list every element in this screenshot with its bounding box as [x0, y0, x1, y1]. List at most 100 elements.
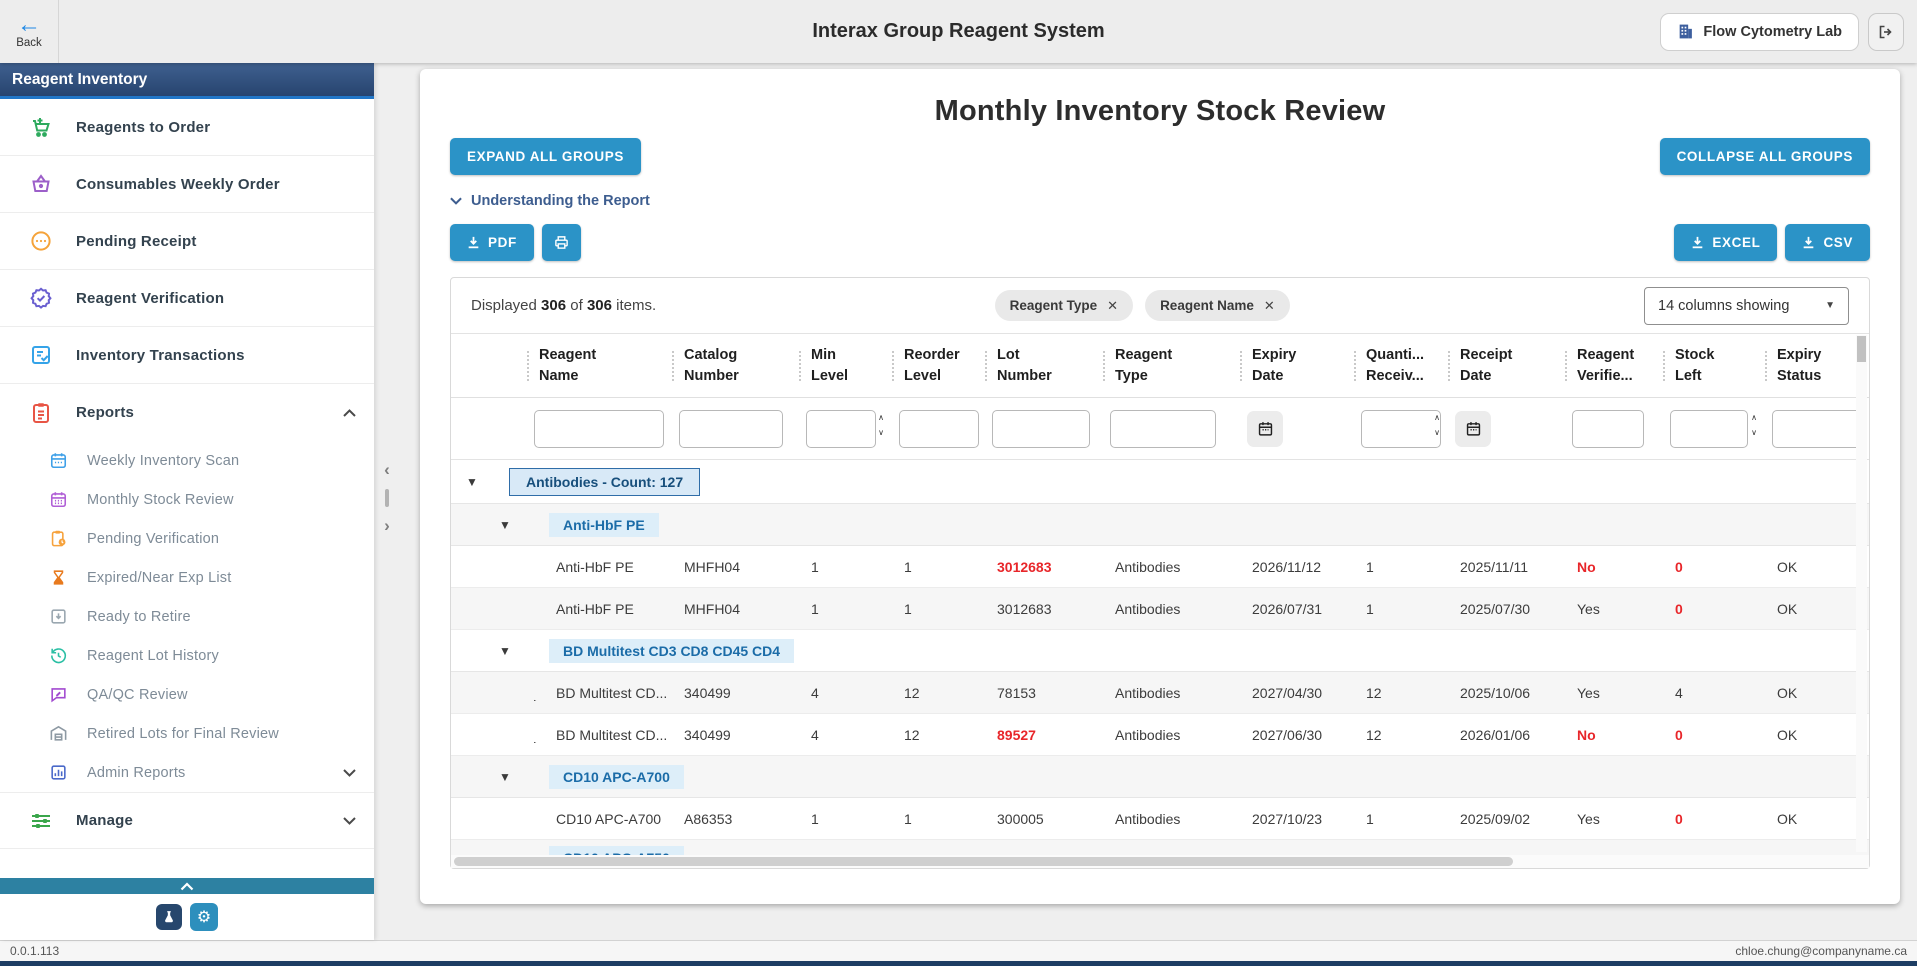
- subgroup-row-cd10-apc-a700: ▼ CD10 APC-A700: [451, 756, 1869, 798]
- close-icon[interactable]: ✕: [1107, 298, 1118, 314]
- table-row[interactable]: CD10 APC-A700 A86353 1 1 300005 Antibodi…: [451, 798, 1869, 840]
- cell-reagent-verified: Yes: [1564, 811, 1662, 827]
- spinner-arrows[interactable]: ∧∨: [1434, 414, 1440, 437]
- expand-row-caret[interactable]: ▶: [534, 739, 542, 743]
- lab-selector-button[interactable]: Flow Cytometry Lab: [1660, 13, 1859, 51]
- sidebar-item-label: Reports: [76, 404, 134, 421]
- filter-expiry-status-input[interactable]: [1772, 410, 1864, 448]
- collapse-left-handle[interactable]: ‹: [384, 463, 390, 477]
- collapse-subgroup-caret[interactable]: ▼: [499, 644, 511, 658]
- sidebar-nav: Reagents to Order Consumables Weekly Ord…: [0, 99, 374, 940]
- filter-reagent-type-input[interactable]: [1110, 410, 1216, 448]
- print-button[interactable]: [542, 224, 581, 261]
- subgroup-badge[interactable]: CD10 APC-A750: [549, 846, 684, 856]
- sidebar-collapse-bar[interactable]: [0, 878, 374, 894]
- spinner-arrows[interactable]: ∧∨: [1751, 414, 1757, 437]
- column-header-expiry-date[interactable]: ExpiryDate: [1239, 334, 1353, 397]
- chevron-up-icon: [180, 882, 194, 891]
- group-chip-reagent-name[interactable]: Reagent Name ✕: [1145, 290, 1290, 321]
- spinner-arrows[interactable]: ∧∨: [878, 414, 884, 437]
- column-header-reagent-type[interactable]: ReagentType: [1102, 334, 1239, 397]
- sidebar-subitem-expired-near-exp-list[interactable]: Expired/Near Exp List: [0, 558, 374, 597]
- expand-row-caret[interactable]: ▶: [534, 697, 542, 701]
- column-header-expiry-status[interactable]: ExpiryStatus: [1764, 334, 1869, 397]
- sidebar-item-reagent-verification[interactable]: Reagent Verification: [0, 270, 374, 327]
- vertical-scrollbar-thumb[interactable]: [1857, 336, 1866, 362]
- column-header-receipt-date[interactable]: ReceiptDate: [1447, 334, 1564, 397]
- column-header-quantity-received[interactable]: Quanti...Receiv...: [1353, 334, 1447, 397]
- collapse-group-caret[interactable]: ▼: [466, 475, 478, 489]
- sidebar-item-label: Reagent Verification: [76, 290, 224, 307]
- inventory-table: Displayed 306 of 306 items. Reagent Type…: [450, 277, 1870, 869]
- filter-expiry-date-button[interactable]: [1247, 411, 1283, 447]
- horizontal-scrollbar[interactable]: [451, 855, 1869, 868]
- subgroup-badge[interactable]: Anti-HbF PE: [549, 513, 659, 537]
- group-badge[interactable]: Antibodies - Count: 127: [509, 468, 700, 496]
- columns-dropdown[interactable]: 14 columns showing ▼: [1644, 287, 1849, 325]
- group-chip-reagent-type[interactable]: Reagent Type ✕: [995, 290, 1133, 321]
- sidebar-subitem-weekly-inventory-scan[interactable]: Weekly Inventory Scan: [0, 441, 374, 480]
- table-row[interactable]: ▶BD Multitest CD... 340499 4 12 89527 An…: [451, 714, 1869, 756]
- sidebar-subitem-monthly-stock-review[interactable]: Monthly Stock Review: [0, 480, 374, 519]
- column-header-stock-left[interactable]: StockLeft: [1662, 334, 1764, 397]
- collapse-all-groups-button[interactable]: COLLAPSE ALL GROUPS: [1660, 138, 1870, 175]
- subgroup-badge[interactable]: CD10 APC-A700: [549, 765, 684, 789]
- column-header-reagent-verified[interactable]: ReagentVerifie...: [1564, 334, 1662, 397]
- sidebar-item-pending-receipt[interactable]: Pending Receipt: [0, 213, 374, 270]
- filter-reagent-verified-input[interactable]: [1572, 410, 1644, 448]
- table-toolbar: Displayed 306 of 306 items. Reagent Type…: [451, 278, 1869, 334]
- collapse-subgroup-caret[interactable]: ▼: [499, 770, 511, 784]
- table-row[interactable]: Anti-HbF PE MHFH04 1 1 3012683 Antibodie…: [451, 546, 1869, 588]
- column-header-lot-number[interactable]: LotNumber: [984, 334, 1102, 397]
- user-email: chloe.chung@companyname.ca: [1735, 944, 1907, 958]
- pdf-export-button[interactable]: PDF: [450, 224, 534, 261]
- horizontal-scrollbar-thumb[interactable]: [454, 857, 1513, 866]
- column-header-reorder-level[interactable]: ReorderLevel: [891, 334, 984, 397]
- sidebar-subitem-ready-to-retire[interactable]: Ready to Retire: [0, 597, 374, 636]
- logout-button[interactable]: [1868, 13, 1904, 51]
- lab-mode-button[interactable]: [156, 904, 182, 930]
- filter-catalog-number-input[interactable]: [679, 410, 783, 448]
- sidebar-subitem-reagent-lot-history[interactable]: Reagent Lot History: [0, 636, 374, 675]
- csv-export-button[interactable]: CSV: [1785, 224, 1870, 261]
- column-header-min-level[interactable]: MinLevel: [798, 334, 891, 397]
- collapse-right-handle[interactable]: ›: [384, 519, 390, 533]
- collapse-subgroup-caret[interactable]: ▼: [499, 518, 511, 532]
- column-header-reagent-name[interactable]: ReagentName: [526, 334, 671, 397]
- cell-receipt-date: 2026/01/06: [1447, 727, 1564, 743]
- sidebar-item-reports[interactable]: Reports: [0, 384, 374, 441]
- sidebar-item-consumables-weekly-order[interactable]: Consumables Weekly Order: [0, 156, 374, 213]
- table-row[interactable]: Anti-HbF PE MHFH04 1 1 3012683 Antibodie…: [451, 588, 1869, 630]
- expand-all-groups-button[interactable]: EXPAND ALL GROUPS: [450, 138, 641, 175]
- sidebar-header: Reagent Inventory: [0, 63, 374, 99]
- subgroup-badge[interactable]: BD Multitest CD3 CD8 CD45 CD4: [549, 639, 794, 663]
- excel-export-button[interactable]: EXCEL: [1674, 224, 1777, 261]
- vertical-scrollbar[interactable]: [1856, 335, 1867, 852]
- filter-min-level-input[interactable]: [806, 410, 876, 448]
- filter-reagent-name-input[interactable]: [534, 410, 664, 448]
- sidebar-item-inventory-transactions[interactable]: Inventory Transactions: [0, 327, 374, 384]
- filter-stock-left-input[interactable]: [1670, 410, 1748, 448]
- understanding-report-toggle[interactable]: Understanding the Report: [450, 193, 650, 209]
- sidebar-item-manage[interactable]: Manage: [0, 792, 374, 849]
- sidebar-item-reagents-to-order[interactable]: Reagents to Order: [0, 99, 374, 156]
- panel-resize-grip[interactable]: [385, 489, 389, 507]
- chip-label: Reagent Name: [1160, 298, 1254, 313]
- table-row[interactable]: ▶BD Multitest CD... 340499 4 12 78153 An…: [451, 672, 1869, 714]
- main-area: Monthly Inventory Stock Review EXPAND AL…: [400, 63, 1917, 940]
- back-button[interactable]: ← Back: [0, 0, 58, 63]
- settings-button[interactable]: ⚙: [190, 903, 218, 931]
- filter-receipt-date-button[interactable]: [1455, 411, 1491, 447]
- filter-lot-number-input[interactable]: [992, 410, 1090, 448]
- sidebar-subitem-qa-qc-review[interactable]: QA/QC Review: [0, 675, 374, 714]
- sidebar-subitem-retired-lots-final-review[interactable]: Retired Lots for Final Review: [0, 714, 374, 753]
- close-icon[interactable]: ✕: [1264, 298, 1275, 314]
- calendar-icon: [1257, 420, 1274, 437]
- sidebar-subitem-pending-verification[interactable]: Pending Verification: [0, 519, 374, 558]
- badge-check-icon: [28, 285, 54, 311]
- filter-quantity-received-input[interactable]: [1361, 410, 1441, 448]
- sidebar-subitem-label: Pending Verification: [87, 531, 219, 547]
- sidebar-subitem-admin-reports[interactable]: Admin Reports: [0, 753, 374, 792]
- filter-reorder-level-input[interactable]: [899, 410, 979, 448]
- column-header-catalog-number[interactable]: CatalogNumber: [671, 334, 798, 397]
